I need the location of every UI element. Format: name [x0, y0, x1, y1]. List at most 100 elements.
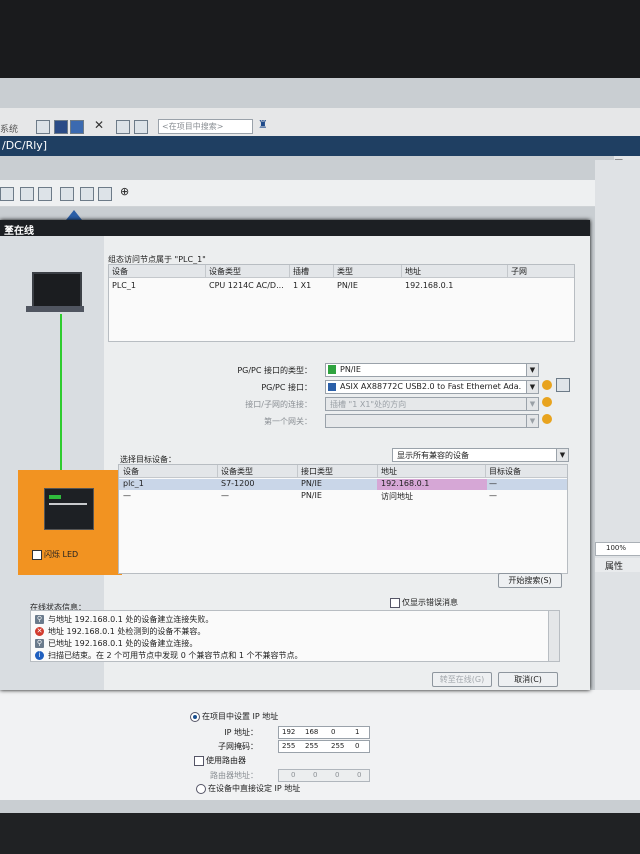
go-online-icon[interactable] [54, 120, 68, 134]
plc-target-box: 闪烁 LED [18, 470, 122, 575]
properties-tab[interactable]: 属性 [595, 558, 640, 572]
column-header: 设备 [112, 267, 128, 276]
list-item: ⚲ 已地址 192.168.0.1 处的设备建立连接。 [35, 638, 197, 649]
link-icon: ⚲ [35, 615, 44, 624]
split-horizontal-icon[interactable] [116, 120, 130, 134]
errors-only-checkbox[interactable] [390, 598, 400, 608]
column-header: 目标设备 [489, 467, 521, 476]
router-octet: 0 [291, 771, 296, 779]
ip-properties-panel: 在项目中设置 IP 地址 IP 地址： 192 168 0 1 子网掩码： 25… [0, 690, 640, 800]
dropdown-icon[interactable] [0, 187, 14, 201]
iface-select[interactable]: ASIX AX88772C USB2.0 to Fast Ethernet Ad… [325, 380, 539, 394]
close-icon[interactable]: ✕ [4, 222, 586, 236]
cell-type: PN/IE [337, 281, 358, 290]
mask-octet: 0 [355, 742, 360, 750]
editor-title-bar: /DC/Rly] [0, 136, 640, 156]
device-view-toolbar: ⊕ [0, 180, 640, 207]
link-icon: ⚲ [35, 639, 44, 648]
radio-set-in-project[interactable] [190, 712, 200, 722]
project-search-input[interactable]: <在项目中搜索> [158, 119, 253, 134]
table-row[interactable]: PLC_1 CPU 1214C AC/D... 1 X1 PN/IE 192.1… [109, 281, 574, 293]
properties-label: 属性 [605, 562, 624, 572]
use-router-checkbox[interactable] [194, 756, 204, 766]
router-address-label: 路由器地址： [210, 771, 258, 780]
show-devices-filter[interactable]: 显示所有兼容的设备 ▼ [392, 448, 569, 462]
cell-interface-type: PN/IE [301, 479, 322, 488]
column-header: 子网 [511, 267, 527, 276]
chevron-down-icon: ▼ [526, 398, 538, 410]
column-header: 地址 [405, 267, 421, 276]
zoom-icon[interactable]: ⊕ [120, 185, 129, 198]
table-row[interactable]: — — PN/IE 访问地址 — [119, 491, 567, 502]
status-scrollbar[interactable] [548, 611, 559, 661]
iface-label: PG/PC 接口： [261, 383, 312, 392]
editor-title: /DC/Rly] [2, 139, 48, 152]
column-header: 类型 [337, 267, 353, 276]
binoculars-icon[interactable]: ♜ [258, 118, 268, 131]
diagnostics-icon[interactable] [542, 397, 552, 407]
cell-device-type: — [221, 491, 229, 500]
subnet-mask-field[interactable]: 255 255 255 0 [278, 740, 370, 753]
zoom-value: 100% [606, 544, 627, 552]
ip-address-label: IP 地址： [224, 728, 258, 737]
main-toolbar: 系统 ✕ <在项目中搜索> ♜ [0, 108, 640, 137]
go-offline-icon[interactable] [70, 120, 84, 134]
close-icon[interactable]: ✕ [94, 118, 104, 132]
status-text: 扫描已结束。在 2 个可用节点中发现 0 个兼容节点和 1 个不兼容节点。 [48, 651, 303, 660]
ip-octet: 192 [282, 728, 296, 736]
ip-octet: 168 [305, 728, 319, 736]
table-header: 设备 设备类型 插槽 类型 地址 子网 [109, 265, 574, 278]
cell-device-type: CPU 1214C AC/D... [209, 281, 284, 290]
set-on-device-label: 在设备中直接设定 IP 地址 [208, 784, 301, 793]
laptop-icon [32, 272, 82, 308]
cell-device-type: S7-1200 [221, 479, 255, 488]
iface-type-label: PG/PC 接口的类型： [237, 366, 312, 375]
status-text: 已地址 192.168.0.1 处的设备建立连接。 [48, 639, 198, 648]
laptop-base [26, 306, 84, 312]
cell-address: 192.168.0.1 [405, 281, 454, 290]
use-router-label: 使用路由器 [206, 756, 246, 765]
subnet-connection-select: 插槽 "1 X1"处的方向 ▼ [325, 397, 539, 411]
split-vertical-icon[interactable] [134, 120, 148, 134]
pen-icon[interactable] [60, 187, 74, 201]
module-icon[interactable] [38, 187, 52, 201]
zoom-select[interactable]: 100% [595, 542, 640, 556]
configured-devices-table: 设备 设备类型 插槽 类型 地址 子网 PLC_1 CPU 1214C AC/D… [108, 264, 575, 342]
cell-slot: 1 X1 [293, 281, 312, 290]
router-octet: 0 [335, 771, 340, 779]
radio-set-on-device[interactable] [196, 784, 206, 794]
diagnostics-icon[interactable] [542, 414, 552, 424]
cancel-button[interactable]: 取消(C) [498, 672, 558, 687]
table-row-selected[interactable]: plc_1 S7-1200 PN/IE 192.168.0.1 — [119, 479, 567, 490]
grid-icon[interactable] [80, 187, 94, 201]
network-icon[interactable] [20, 187, 34, 201]
errors-only-label: 仅显示错误消息 [402, 598, 458, 607]
iface-value: ASIX AX88772C USB2.0 to Fast Ethernet Ad… [340, 382, 522, 391]
start-search-button[interactable]: 开始搜索(S) [498, 573, 562, 588]
cell-address: 192.168.0.1 [377, 479, 487, 490]
gateway-select: ▼ [325, 414, 539, 428]
flash-led-checkbox[interactable] [32, 550, 42, 560]
cell-device: — [123, 491, 131, 500]
menu-item-system[interactable]: 系统 [0, 122, 18, 135]
cell-address: 访问地址 [381, 492, 413, 501]
router-octet: 0 [313, 771, 318, 779]
set-in-project-label: 在项目中设置 IP 地址 [202, 712, 279, 721]
chevron-down-icon: ▼ [526, 415, 538, 427]
help-icon[interactable] [36, 120, 50, 134]
status-text: 与地址 192.168.0.1 处的设备建立连接失败。 [48, 615, 214, 624]
column-header: 设备类型 [221, 467, 253, 476]
list-item: i 扫描已结束。在 2 个可用节点中发现 0 个兼容节点和 1 个不兼容节点。 [35, 650, 303, 661]
iface-type-select[interactable]: PN/IE ▼ [325, 363, 539, 377]
ip-address-field[interactable]: 192 168 0 1 [278, 726, 370, 739]
table-header: 设备 设备类型 接口类型 地址 目标设备 [119, 465, 567, 478]
router-octet: 0 [357, 771, 362, 779]
table-icon[interactable] [98, 187, 112, 201]
subnet-connection-value: 插槽 "1 X1"处的方向 [330, 400, 407, 409]
diagnostics-icon[interactable] [542, 380, 552, 390]
list-item: ⚲ 与地址 192.168.0.1 处的设备建立连接失败。 [35, 614, 213, 625]
go-online-button[interactable]: 转至在线(G) [432, 672, 492, 687]
column-header: 插槽 [293, 267, 309, 276]
properties-icon[interactable] [556, 378, 570, 392]
column-header: 设备类型 [209, 267, 241, 276]
